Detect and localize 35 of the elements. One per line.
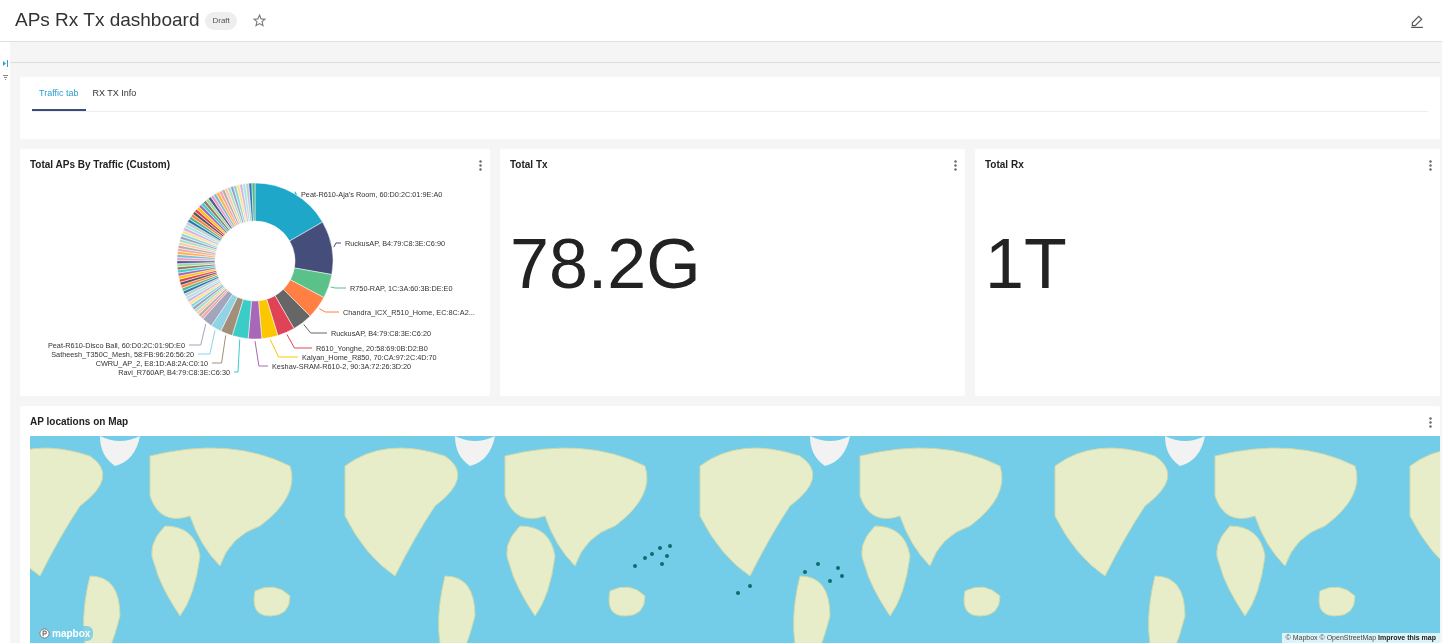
leader-line bbox=[330, 286, 347, 289]
panel-title: AP locations on Map bbox=[30, 416, 129, 428]
leader-line bbox=[318, 308, 340, 313]
leader-line bbox=[233, 339, 241, 373]
leader-line bbox=[197, 329, 216, 355]
mapbox-logo-icon bbox=[39, 628, 50, 639]
donut-slice[interactable] bbox=[258, 299, 279, 339]
leader-line bbox=[294, 191, 298, 195]
total-rx-value: 1T bbox=[984, 229, 1068, 299]
donut-slice[interactable] bbox=[283, 279, 325, 317]
leader-line bbox=[333, 242, 342, 248]
donut-slice[interactable] bbox=[247, 300, 263, 340]
more-options-icon[interactable] bbox=[1429, 416, 1432, 428]
donut-slice[interactable] bbox=[290, 267, 333, 298]
expand-icon[interactable] bbox=[2, 60, 8, 67]
edit-icon[interactable] bbox=[1410, 13, 1424, 28]
tab[interactable]: RX TX Info bbox=[85, 77, 144, 111]
dashboard-title: APs Rx Tx dashboard bbox=[15, 9, 200, 32]
leader-line bbox=[211, 334, 227, 364]
donut-slice[interactable] bbox=[274, 289, 311, 329]
leader-line bbox=[188, 323, 207, 346]
more-options-icon[interactable] bbox=[479, 159, 482, 171]
panel-title: Total Rx bbox=[985, 159, 1024, 171]
map-logo-text: mapbox bbox=[52, 627, 91, 641]
more-options-icon[interactable] bbox=[954, 159, 957, 171]
more-options-icon[interactable] bbox=[1429, 159, 1432, 171]
donut-slice[interactable] bbox=[266, 295, 295, 336]
panel-title: Total APs By Traffic (Custom) bbox=[30, 159, 170, 171]
donut-slice[interactable] bbox=[289, 221, 334, 275]
total-tx-value: 78.2G bbox=[509, 229, 702, 299]
star-icon[interactable] bbox=[252, 14, 266, 27]
panel-title: Total Tx bbox=[510, 159, 548, 171]
filter-icon[interactable] bbox=[2, 75, 8, 80]
donut-slice[interactable] bbox=[231, 299, 252, 339]
status-badge: Draft bbox=[205, 11, 237, 30]
